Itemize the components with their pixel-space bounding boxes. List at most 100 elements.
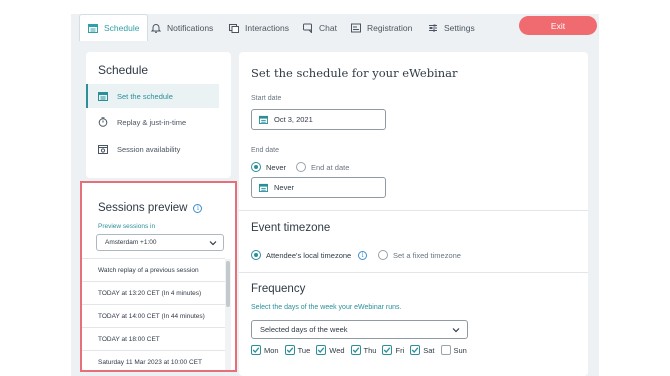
- radio-selected[interactable]: [251, 250, 261, 260]
- day-sun-checkbox[interactable]: Sun: [440, 345, 467, 355]
- end-date-field[interactable]: Never: [251, 177, 386, 198]
- calendar-icon: [259, 183, 268, 192]
- day-fri-checkbox[interactable]: Fri: [382, 345, 404, 355]
- checkbox-checked[interactable]: [382, 345, 393, 355]
- days-checkboxes: Mon Tue Wed Thu Fri Sat Sun: [251, 345, 467, 355]
- list-item: TODAY at 18:00 CET: [82, 327, 225, 350]
- chat-icon: [303, 23, 312, 33]
- day-label: Wed: [329, 345, 345, 355]
- frequency-select[interactable]: Selected days of the week: [251, 320, 468, 339]
- schedule-sidebar: Schedule Set the schedule Replay & just-…: [86, 52, 231, 178]
- frequency-description: Select the days of the week your eWebina…: [251, 304, 402, 311]
- sidebar-title: Schedule: [98, 63, 149, 77]
- calendar-icon: [98, 92, 108, 101]
- tab-label: Registration: [367, 22, 413, 33]
- check-icon: [352, 347, 359, 353]
- sessions-preview-panel: Sessions preview i Preview sessions in A…: [80, 181, 237, 372]
- day-sat-checkbox[interactable]: Sat: [410, 345, 435, 355]
- check-icon: [317, 347, 325, 353]
- tab-interactions[interactable]: Interactions: [229, 14, 289, 41]
- tab-chat[interactable]: Chat: [303, 14, 337, 41]
- end-at-date-label: End at date: [311, 162, 350, 172]
- sliders-icon: [429, 24, 437, 31]
- sidebar-item-label: Session availability: [117, 144, 181, 154]
- tz-fixed-radio[interactable]: Set a fixed timezone: [378, 250, 461, 260]
- checkbox-unchecked[interactable]: [440, 345, 451, 355]
- tz-local-label: Attendee's local timezone: [266, 250, 352, 260]
- sidebar-item-label: Replay & just-in-time: [117, 117, 187, 127]
- checkbox-checked[interactable]: [350, 345, 361, 355]
- end-never-radio[interactable]: Never: [251, 162, 286, 172]
- preview-timezone-value: Amsterdam +1:00: [105, 239, 157, 246]
- day-tue-checkbox[interactable]: Tue: [284, 345, 311, 355]
- check-icon: [286, 347, 293, 353]
- day-thu-checkbox[interactable]: Thu: [350, 345, 377, 355]
- tab-label: Chat: [319, 22, 337, 33]
- sessions-preview-subtitle: Preview sessions in: [98, 223, 156, 230]
- chevron-down-icon: [209, 241, 217, 246]
- checkbox-checked[interactable]: [316, 345, 327, 355]
- end-date-label: End date: [251, 147, 280, 154]
- calendar-clock-icon: [98, 145, 108, 154]
- end-at-date-radio[interactable]: End at date: [296, 162, 349, 172]
- checkbox-checked[interactable]: [410, 345, 421, 355]
- check-icon: [252, 347, 260, 353]
- sessions-preview-title: Sessions preview i: [98, 202, 203, 214]
- day-label: Fri: [395, 345, 405, 355]
- tab-label: Notifications: [167, 22, 214, 33]
- tz-fixed-label: Set a fixed timezone: [393, 250, 461, 260]
- frequency-title: Frequency: [251, 283, 306, 295]
- sessions-list: Watch replay of a previous session TODAY…: [82, 258, 225, 370]
- list-item: Saturday 11 Mar 2023 at 10:00 CET: [82, 350, 225, 370]
- interactions-icon: [229, 23, 239, 33]
- section-divider: [239, 272, 588, 273]
- tab-schedule[interactable]: Schedule: [79, 14, 149, 41]
- preview-timezone-select[interactable]: Amsterdam +1:00: [96, 234, 224, 251]
- start-date-field[interactable]: Oct 3, 2021: [251, 109, 386, 130]
- registration-icon: [351, 23, 361, 32]
- start-date-label: Start date: [251, 95, 282, 102]
- sidebar-item-replay[interactable]: Replay & just-in-time: [86, 110, 219, 134]
- tab-settings[interactable]: Settings: [428, 14, 475, 41]
- radio-unselected[interactable]: [296, 162, 306, 172]
- event-timezone-title: Event timezone: [251, 222, 331, 234]
- day-label: Tue: [297, 345, 311, 355]
- calendar-icon: [259, 115, 268, 124]
- schedule-main-panel: Set the schedule for your eWebinar Start…: [239, 52, 588, 376]
- day-label: Mon: [264, 345, 279, 355]
- radio-unselected[interactable]: [378, 250, 388, 260]
- tab-label: Interactions: [245, 22, 289, 33]
- day-label: Sun: [453, 345, 467, 355]
- page-title: Set the schedule for your eWebinar: [251, 66, 458, 80]
- end-never-label: Never: [266, 162, 287, 172]
- bell-icon: [151, 23, 161, 33]
- tab-notifications[interactable]: Notifications: [151, 14, 213, 41]
- tab-registration[interactable]: Registration: [351, 14, 412, 41]
- end-date-value: Never: [274, 183, 295, 192]
- tab-label: Schedule: [104, 23, 140, 33]
- stopwatch-icon: [98, 117, 108, 127]
- list-item: TODAY at 13:20 CET (In 4 minutes): [82, 281, 225, 304]
- radio-selected[interactable]: [251, 162, 261, 172]
- day-mon-checkbox[interactable]: Mon: [251, 345, 279, 355]
- sessions-scrollbar-thumb[interactable]: [226, 261, 230, 307]
- checkbox-checked[interactable]: [284, 345, 295, 355]
- calendar-icon: [88, 24, 98, 33]
- day-wed-checkbox[interactable]: Wed: [316, 345, 345, 355]
- frequency-select-value: Selected days of the week: [260, 325, 348, 334]
- day-label: Thu: [363, 345, 377, 355]
- check-icon: [411, 347, 419, 353]
- info-icon[interactable]: i: [193, 203, 203, 213]
- sessions-preview-title-text: Sessions preview: [98, 202, 188, 214]
- tz-local-radio[interactable]: Attendee's local timezone i: [251, 250, 368, 260]
- chevron-down-icon: [452, 328, 460, 333]
- sidebar-item-session-availability[interactable]: Session availability: [86, 137, 219, 161]
- list-item: TODAY at 14:00 CET (In 44 minutes): [82, 304, 225, 327]
- checkbox-checked[interactable]: [251, 345, 261, 355]
- sidebar-item-set-schedule[interactable]: Set the schedule: [86, 84, 219, 108]
- sidebar-item-label: Set the schedule: [117, 91, 173, 101]
- day-label: Sat: [423, 345, 435, 355]
- tab-label: Settings: [444, 22, 475, 33]
- info-icon[interactable]: i: [358, 250, 368, 260]
- exit-button[interactable]: Exit: [519, 16, 597, 35]
